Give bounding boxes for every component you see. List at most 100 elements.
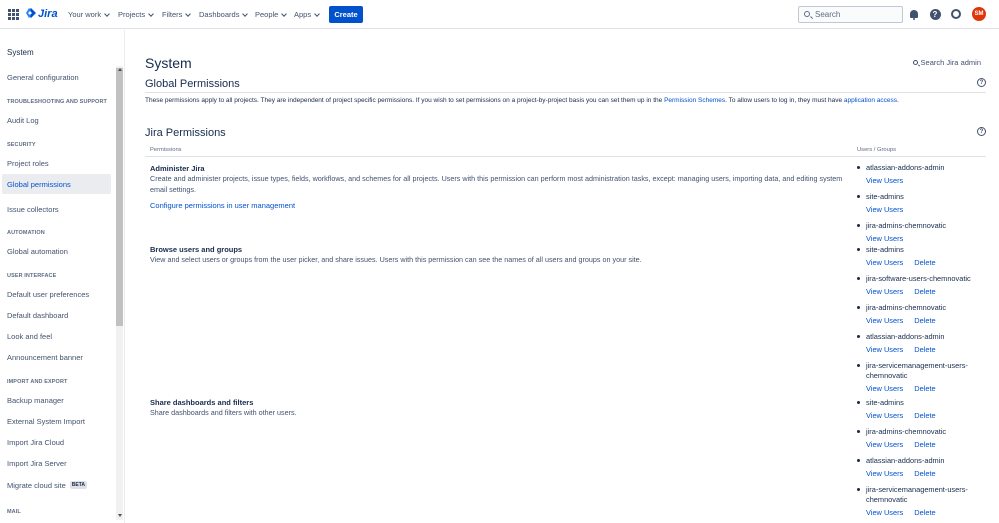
nav-label: Dashboards (199, 10, 240, 19)
sidebar-scrollbar-thumb[interactable] (116, 68, 123, 326)
scroll-up-arrow-icon[interactable] (118, 68, 122, 71)
view-users-link[interactable]: View Users (866, 176, 903, 185)
desc-text: . (897, 97, 899, 104)
application-access-link[interactable]: application access (844, 97, 897, 104)
global-permissions-description: These permissions apply to all projects.… (145, 97, 985, 104)
sidebar-heading-import-export: IMPORT AND EXPORT (7, 379, 68, 385)
sidebar-item-default-user-preferences[interactable]: Default user preferences (2, 284, 111, 304)
help-button[interactable]: ? (929, 8, 941, 20)
group-name: site-admins (866, 192, 904, 201)
nav-your-work[interactable]: Your work (68, 10, 110, 19)
desc-text: These permissions apply to all projects.… (145, 97, 663, 104)
sidebar-item-look-and-feel[interactable]: Look and feel (2, 326, 111, 346)
view-users-link[interactable]: View Users (866, 287, 903, 296)
avatar[interactable]: SM (972, 7, 986, 21)
beta-badge: BETA (69, 481, 88, 489)
app-switcher-icon[interactable] (8, 9, 19, 20)
sidebar-item-general-configuration[interactable]: General configuration (2, 67, 111, 87)
sidebar-item-global-automation[interactable]: Global automation (2, 241, 111, 261)
chevron-down-icon (314, 10, 320, 17)
delete-link[interactable]: Delete (914, 411, 935, 420)
top-navigation: Jira Your work Projects Filters Dashboar… (0, 0, 999, 29)
nav-label: People (255, 10, 279, 19)
sidebar: System General configuration TROUBLESHOO… (0, 30, 125, 523)
view-users-link[interactable]: View Users (866, 345, 903, 354)
logo-text: Jira (38, 8, 58, 20)
chevron-down-icon (281, 10, 288, 17)
group-name: jira-software-users-chemnovatic (866, 274, 971, 283)
help-icon: ? (929, 8, 941, 20)
create-button[interactable]: Create (329, 6, 363, 23)
sidebar-item-announcement-banner[interactable]: Announcement banner (2, 347, 111, 367)
group-name: atlassian-addons-admin (866, 332, 945, 341)
delete-link[interactable]: Delete (914, 508, 935, 517)
delete-link[interactable]: Delete (914, 384, 935, 393)
sidebar-item-external-system-import[interactable]: External System Import (2, 411, 111, 431)
group-list: atlassian-addons-admin View Users site-ad… (857, 163, 987, 250)
view-users-link[interactable]: View Users (866, 411, 903, 420)
nav-projects[interactable]: Projects (118, 10, 154, 19)
view-users-link[interactable]: View Users (866, 258, 903, 267)
search-input[interactable]: Search (798, 6, 903, 23)
view-users-link[interactable]: View Users (866, 384, 903, 393)
sidebar-item-backup-manager[interactable]: Backup manager (2, 390, 111, 410)
sidebar-item-default-dashboard[interactable]: Default dashboard (2, 305, 111, 325)
sidebar-heading-security: SECURITY (7, 142, 36, 148)
settings-button[interactable] (950, 8, 962, 20)
sidebar-item-label: Migrate cloud site (7, 480, 66, 490)
delete-link[interactable]: Delete (914, 287, 935, 296)
delete-link[interactable]: Delete (914, 258, 935, 267)
jira-logo[interactable]: Jira (26, 8, 58, 20)
delete-link[interactable]: Delete (914, 316, 935, 325)
nav-filters[interactable]: Filters (162, 10, 192, 19)
delete-link[interactable]: Delete (914, 469, 935, 478)
divider (145, 92, 986, 93)
permission-name: Administer Jira (150, 164, 205, 173)
view-users-link[interactable]: View Users (866, 234, 903, 243)
search-admin-label: Search Jira admin (920, 58, 981, 67)
notifications-button[interactable] (908, 8, 920, 20)
desc-text: . To allow users to log in, they must ha… (725, 97, 843, 104)
view-users-link[interactable]: View Users (866, 205, 903, 214)
sidebar-item-import-jira-cloud[interactable]: Import Jira Cloud (2, 432, 111, 452)
nav-dashboards[interactable]: Dashboards (199, 10, 249, 19)
main-content: System Search Jira admin Global Permissi… (125, 30, 999, 523)
jira-permissions-heading: Jira Permissions (145, 127, 226, 139)
sidebar-heading-user-interface: USER INTERFACE (7, 273, 57, 279)
view-users-link[interactable]: View Users (866, 440, 903, 449)
column-header-users-groups: Users / Groups (857, 147, 896, 153)
sidebar-item-global-permissions[interactable]: Global permissions (2, 174, 111, 194)
sidebar-item-issue-collectors[interactable]: Issue collectors (2, 199, 111, 219)
group-list: site-admins View Users Delete jira-admins-… (857, 398, 987, 523)
help-icon[interactable]: ? (977, 127, 986, 136)
search-icon (804, 11, 810, 17)
chevron-down-icon (185, 10, 192, 17)
nav-people[interactable]: People (255, 10, 288, 19)
permission-description: View and select users or groups from the… (150, 255, 642, 264)
nav-apps[interactable]: Apps (294, 10, 320, 19)
group-name: jira-admins-chemnovatic (866, 221, 947, 230)
global-permissions-heading: Global Permissions (145, 78, 240, 90)
delete-link[interactable]: Delete (914, 440, 935, 449)
sidebar-item-audit-log[interactable]: Audit Log (2, 110, 111, 130)
search-jira-admin-link[interactable]: Search Jira admin (912, 58, 981, 67)
search-placeholder: Search (815, 10, 841, 19)
scroll-down-arrow-icon[interactable] (118, 514, 122, 517)
view-users-link[interactable]: View Users (866, 316, 903, 325)
view-users-link[interactable]: View Users (866, 469, 903, 478)
nav-label: Apps (294, 10, 312, 19)
sidebar-heading-automation: AUTOMATION (7, 230, 45, 236)
permission-schemes-link[interactable]: Permission Schemes (664, 97, 725, 104)
group-list: site-admins View Users Delete jira-softwar… (857, 245, 987, 400)
help-icon[interactable]: ? (977, 78, 986, 87)
sidebar-item-import-jira-server[interactable]: Import Jira Server (2, 453, 111, 473)
delete-link[interactable]: Delete (914, 345, 935, 354)
view-users-link[interactable]: View Users (866, 508, 903, 517)
sidebar-item-project-roles[interactable]: Project roles (2, 153, 111, 173)
table-header-divider (145, 156, 986, 157)
sidebar-title: System (7, 48, 34, 57)
configure-permissions-link[interactable]: Configure permissions in user management (150, 201, 295, 210)
sidebar-item-migrate-cloud-site[interactable]: Migrate cloud site BETA (2, 475, 111, 495)
search-icon (912, 60, 918, 65)
group-name: jira-servicemanagement-users-chemnovatic (866, 361, 968, 380)
